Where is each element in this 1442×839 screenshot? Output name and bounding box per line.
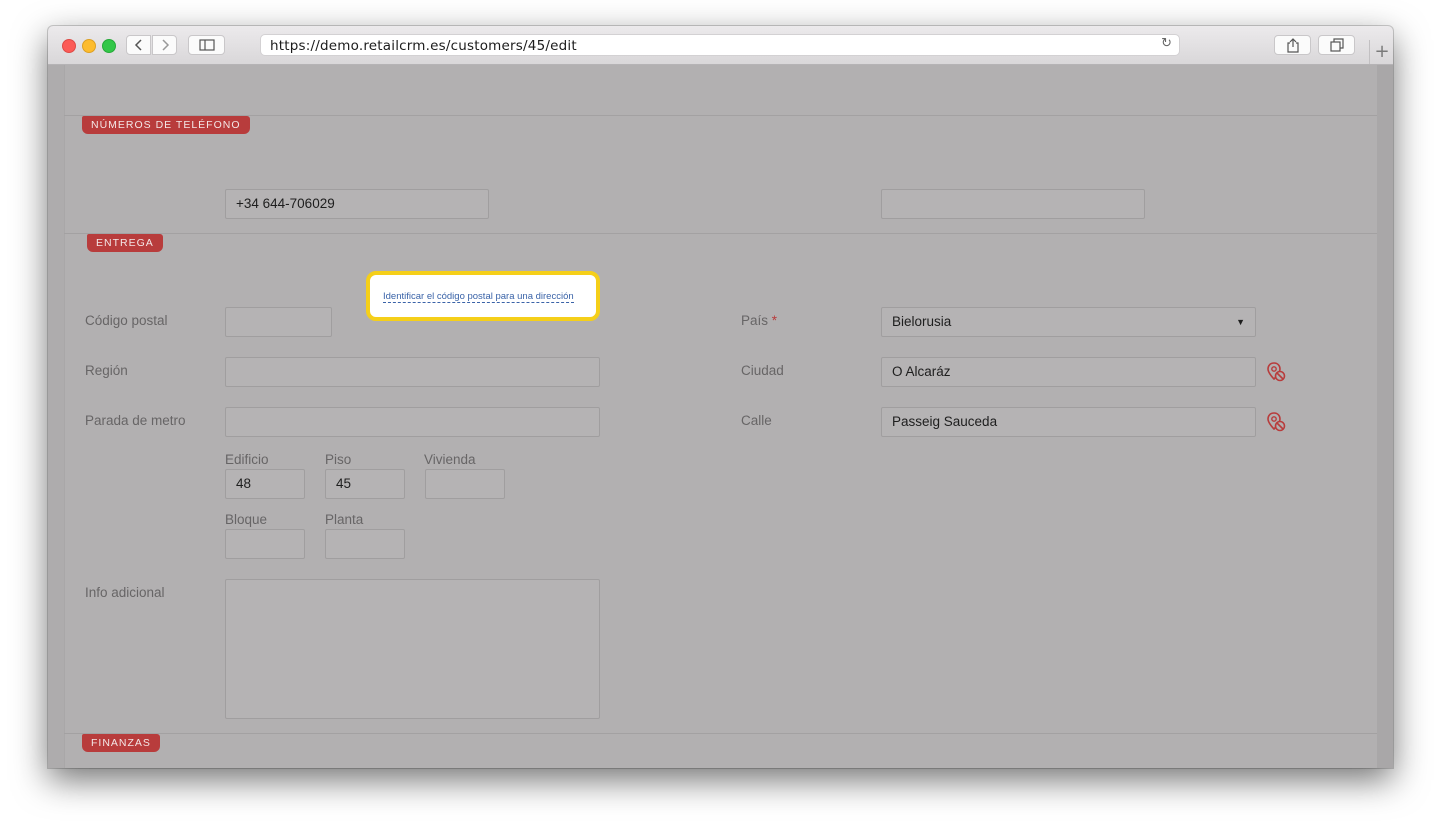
tabs-icon xyxy=(1329,38,1344,52)
metro-input[interactable] xyxy=(225,407,600,437)
section-ribbon-phones: NÚMEROS DE TELÉFONO xyxy=(82,116,250,134)
country-label: País * xyxy=(741,313,777,328)
chevron-right-icon xyxy=(161,39,169,51)
required-asterisk: * xyxy=(771,313,778,328)
page-content: NÚMEROS DE TELÉFONO +34 644-706029 ENTRE… xyxy=(48,65,1393,768)
section-ribbon-finance: FINANZAS xyxy=(82,734,160,752)
country-label-text: País xyxy=(741,313,769,328)
city-label: Ciudad xyxy=(741,363,784,378)
section-divider xyxy=(64,233,1377,234)
floor-label: Piso xyxy=(325,452,352,467)
building-input[interactable]: 48 xyxy=(225,469,305,499)
map-pin-off-icon[interactable] xyxy=(1265,361,1287,383)
postal-code-label: Código postal xyxy=(85,313,168,328)
info-textarea[interactable] xyxy=(225,579,600,719)
map-pin-off-icon[interactable] xyxy=(1265,411,1287,433)
minimize-window-button[interactable] xyxy=(82,39,96,53)
sidebar-button[interactable] xyxy=(188,35,225,55)
region-input[interactable] xyxy=(225,357,600,387)
floor-input[interactable]: 45 xyxy=(325,469,405,499)
section-divider xyxy=(64,115,1377,116)
identify-postal-code-link[interactable]: Identificar el código postal para una di… xyxy=(383,291,574,303)
share-button[interactable] xyxy=(1274,35,1311,55)
section-ribbon-delivery: ENTREGA xyxy=(87,234,163,252)
maximize-window-button[interactable] xyxy=(102,39,116,53)
left-gutter xyxy=(48,65,65,768)
city-input[interactable]: O Alcaráz xyxy=(881,357,1256,387)
browser-toolbar: https://demo.retailcrm.es/customers/45/e… xyxy=(48,26,1393,65)
section-divider xyxy=(64,733,1377,734)
metro-label: Parada de metro xyxy=(85,413,186,428)
block-input[interactable] xyxy=(225,529,305,559)
identify-postal-code-highlight: Identificar el código postal para una di… xyxy=(366,271,600,321)
country-select-value: Bielorusia xyxy=(892,314,952,329)
street-input[interactable]: Passeig Sauceda xyxy=(881,407,1256,437)
building-label: Edificio xyxy=(225,452,269,467)
postal-code-input[interactable] xyxy=(225,307,332,337)
region-label: Región xyxy=(85,363,128,378)
storey-input[interactable] xyxy=(325,529,405,559)
info-label: Info adicional xyxy=(85,585,165,600)
housing-label: Vivienda xyxy=(424,452,476,467)
new-tab-button[interactable]: + xyxy=(1369,40,1393,64)
tabs-overview-button[interactable] xyxy=(1318,35,1355,55)
url-text: https://demo.retailcrm.es/customers/45/e… xyxy=(270,38,577,54)
sidebar-icon xyxy=(198,39,215,51)
back-button[interactable] xyxy=(126,35,151,55)
block-label: Bloque xyxy=(225,512,268,527)
browser-window: https://demo.retailcrm.es/customers/45/e… xyxy=(48,26,1393,768)
storey-label: Planta xyxy=(325,512,364,527)
address-bar[interactable]: https://demo.retailcrm.es/customers/45/e… xyxy=(260,34,1180,56)
phone-input-2[interactable] xyxy=(881,189,1145,219)
share-icon xyxy=(1286,38,1299,53)
housing-input[interactable] xyxy=(425,469,505,499)
chevron-left-icon xyxy=(134,39,142,51)
reload-icon[interactable]: ↻ xyxy=(1161,36,1172,51)
country-select[interactable]: Bielorusia ▼ xyxy=(881,307,1256,337)
close-window-button[interactable] xyxy=(62,39,76,53)
caret-down-icon: ▼ xyxy=(1236,317,1245,327)
street-label: Calle xyxy=(741,413,772,428)
scrollbar[interactable] xyxy=(1377,65,1393,768)
phone-input-1[interactable]: +34 644-706029 xyxy=(225,189,489,219)
forward-button[interactable] xyxy=(152,35,177,55)
